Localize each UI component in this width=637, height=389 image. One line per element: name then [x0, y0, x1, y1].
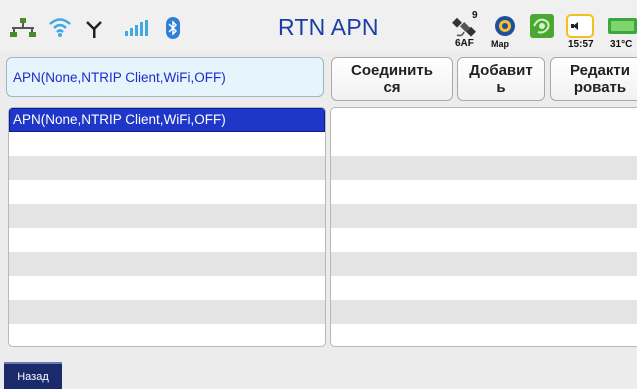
apn-list[interactable]: APN(None,NTRIP Client,WiFi,OFF): [8, 107, 326, 347]
apn-details-list[interactable]: [330, 107, 637, 347]
detail-row: [331, 108, 637, 132]
clock-time: 15:57: [568, 39, 594, 50]
apn-selector[interactable]: APN(None,NTRIP Client,WiFi,OFF): [6, 57, 324, 97]
satellite-count: 9: [472, 10, 478, 21]
detail-row: [331, 276, 637, 300]
list-item-empty[interactable]: [9, 156, 325, 180]
volume-icon[interactable]: [566, 14, 594, 38]
map-icon[interactable]: [494, 15, 516, 37]
list-item-empty[interactable]: [9, 228, 325, 252]
list-item-empty[interactable]: [9, 324, 325, 346]
detail-row: [331, 228, 637, 252]
edit-button[interactable]: Редакти ровать: [550, 57, 637, 101]
battery-icon: [608, 18, 637, 34]
list-item-empty[interactable]: [9, 132, 325, 156]
detail-row: [331, 204, 637, 228]
wifi-icon: [49, 18, 71, 37]
page-title: RTN APN: [278, 14, 379, 40]
back-button[interactable]: Назад: [4, 362, 62, 389]
list-item-empty[interactable]: [9, 252, 325, 276]
connect-button[interactable]: Соединить ся: [331, 57, 453, 101]
list-item-empty[interactable]: [9, 276, 325, 300]
list-item-empty[interactable]: [9, 204, 325, 228]
gps-icon[interactable]: [530, 14, 554, 38]
detail-row: [331, 252, 637, 276]
bluetooth-icon: [166, 17, 180, 39]
map-label: Map: [491, 39, 509, 49]
detail-row: [331, 180, 637, 204]
detail-row: [331, 156, 637, 180]
list-item-empty[interactable]: [9, 180, 325, 204]
temperature: 31°C: [610, 39, 633, 50]
list-item-empty[interactable]: [9, 300, 325, 324]
add-button[interactable]: Добавит ь: [457, 57, 545, 101]
detail-row: [331, 132, 637, 156]
status-bar: RTN APN 9 6AF Map 15:57 31°C: [0, 0, 637, 52]
detail-row: [331, 300, 637, 324]
list-item[interactable]: APN(None,NTRIP Client,WiFi,OFF): [9, 108, 325, 132]
network-icon: [10, 18, 36, 37]
detail-row: [331, 324, 637, 346]
satellite-label: 6AF: [455, 38, 474, 49]
signal-bars-icon: [125, 20, 148, 36]
antenna-icon: [86, 21, 102, 38]
